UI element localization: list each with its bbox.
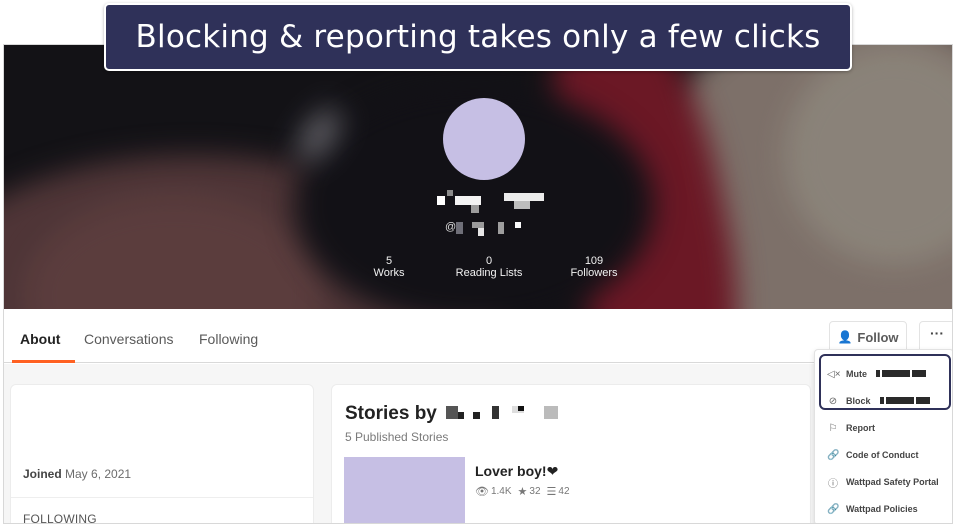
story-cover[interactable] [344,457,465,523]
caption-banner: Blocking & reporting takes only a few cl… [104,3,852,71]
stories-heading-prefix: Stories by [345,403,437,424]
author-name-redacted [442,405,562,422]
profile-tabs: About Conversations Following [4,309,952,363]
divider [11,497,313,498]
profile-options-menu: ◁× Mute ⊘ Block ⚐ Report 🔗 Code of Condu… [814,349,952,523]
joined-label: Joined [23,467,62,481]
menu-item-label: Code of Conduct [846,450,919,460]
stories-count: 5 Published Stories [345,430,449,444]
following-heading: FOLLOWING [23,512,97,524]
votes-count: 32 [529,486,541,497]
menu-item-label: Wattpad Safety Portal [846,477,939,487]
flag-icon: ⚐ [828,422,838,434]
follow-label: Follow [857,329,899,345]
mute-icon: ◁× [827,368,841,380]
link-icon: 🔗 [827,503,840,515]
tab-following[interactable]: Following [199,331,258,347]
info-icon: ⓘ [828,478,838,490]
tab-about[interactable]: About [20,331,60,347]
menu-item-safety-portal[interactable]: ⓘ Wattpad Safety Portal [827,474,939,490]
stat-label: Works [373,267,405,279]
avatar[interactable] [443,98,525,180]
menu-item-label: Block [846,396,871,406]
stat-reading-lists[interactable]: 0 Reading Lists [449,255,529,279]
stories-heading: Stories by [345,403,562,425]
link-icon: 🔗 [827,449,840,461]
story-title[interactable]: Lover boy!❤ [475,463,558,480]
story-votes: ★ 32 [518,485,541,498]
stat-value: 0 [485,255,493,267]
active-tab-indicator [12,360,75,363]
joined-date: May 6, 2021 [65,467,132,481]
menu-item-mute[interactable]: ◁× Mute [827,366,926,382]
menu-item-label: Report [846,423,875,433]
stat-value: 5 [385,255,393,267]
redacted-username [878,396,930,406]
menu-item-label: Mute [846,369,867,379]
joined-info: Joined May 6, 2021 [23,467,131,481]
stat-works[interactable]: 5 Works [364,255,414,279]
stat-followers[interactable]: 109 Followers [564,255,624,279]
redacted-username [874,369,926,379]
profile-cover-photo: @ 5 Works 0 Reading Lists 109 Followers [4,45,952,309]
menu-item-label: Wattpad Policies [846,504,918,514]
story-stats: 👁 1.4K ★ 32 ☰ 42 [475,485,570,498]
menu-item-code-of-conduct[interactable]: 🔗 Code of Conduct [827,447,919,463]
eye-icon: 👁 [475,486,489,498]
list-icon: ☰ [546,486,557,498]
stories-card: Stories by 5 Published Stories Lover boy… [331,384,811,523]
menu-item-policies[interactable]: 🔗 Wattpad Policies [827,501,918,517]
stat-label: Followers [570,267,618,279]
story-reads: 👁 1.4K [475,485,512,498]
tab-conversations[interactable]: Conversations [84,331,174,347]
about-card: Joined May 6, 2021 FOLLOWING [10,384,314,524]
parts-count: 42 [558,486,570,497]
username-at-sign: @ [445,221,457,233]
profile-page: @ 5 Works 0 Reading Lists 109 Followers … [3,44,953,524]
star-icon: ★ [517,486,528,498]
menu-item-block[interactable]: ⊘ Block [827,393,930,409]
stat-value: 109 [584,255,604,267]
stat-label: Reading Lists [455,267,523,279]
profile-stats: 5 Works 0 Reading Lists 109 Followers [364,255,624,279]
reads-count: 1.4K [490,486,512,497]
block-icon: ⊘ [828,395,838,407]
menu-item-report[interactable]: ⚐ Report [827,420,875,436]
story-parts: ☰ 42 [547,485,570,498]
add-user-icon: 👤 [837,330,853,344]
profile-content: Joined May 6, 2021 FOLLOWING Stories by [4,364,952,524]
